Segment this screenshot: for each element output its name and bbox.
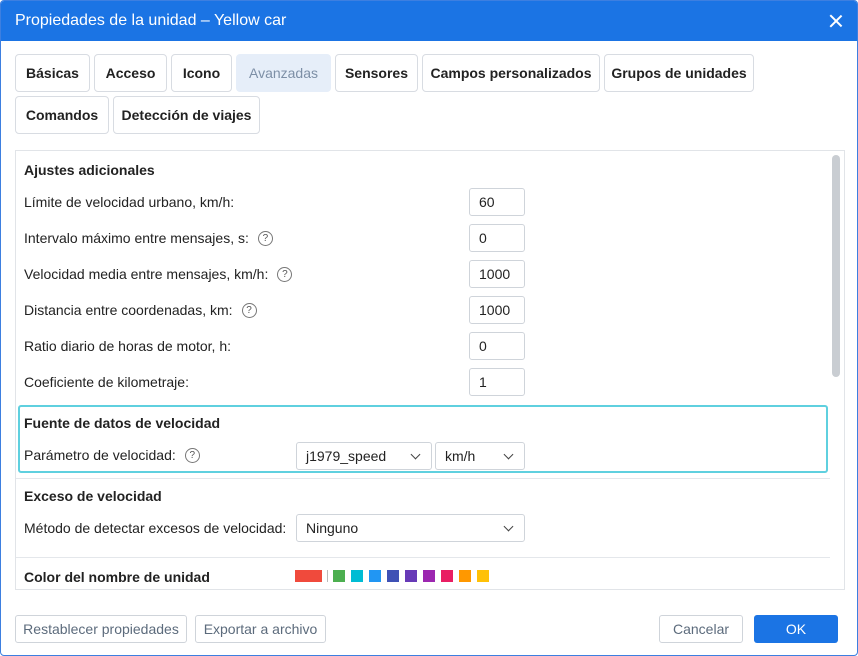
help-icon[interactable]: ? <box>241 302 257 318</box>
mileage-coefficient-text: Coeficiente de kilometraje: <box>24 374 189 390</box>
speed-source-title: Fuente de datos de velocidad <box>24 415 221 431</box>
engine-hours-ratio-input[interactable] <box>469 332 525 360</box>
dialog-title: Propiedades de la unidad – Yellow car <box>15 12 287 29</box>
tab-icono[interactable]: Icono <box>171 54 232 92</box>
max-interval-input[interactable] <box>469 224 525 252</box>
tab-basicas[interactable]: Básicas <box>15 54 90 92</box>
unit-color-title: Color del nombre de unidad <box>24 569 210 585</box>
avg-speed-text: Velocidad media entre mensajes, km/h: <box>24 266 269 282</box>
overspeed-method-value: Ninguno <box>306 520 359 536</box>
advanced-settings-panel: Ajustes adicionales Límite de velocidad … <box>15 150 845 590</box>
speed-param-text: Parámetro de velocidad: <box>24 447 176 463</box>
color-swatches <box>295 570 495 582</box>
help-icon[interactable]: ? <box>184 447 200 463</box>
speed-param-label: Parámetro de velocidad:? <box>24 447 200 463</box>
engine-hours-ratio-label: Ratio diario de horas de motor, h: <box>24 338 231 354</box>
close-icon[interactable] <box>827 12 845 30</box>
cancel-button[interactable]: Cancelar <box>659 615 743 643</box>
engine-hours-ratio-text: Ratio diario de horas de motor, h: <box>24 338 232 354</box>
color-swatch[interactable] <box>441 570 453 582</box>
urban-speed-limit-text: Límite de velocidad urbano, km/h: <box>24 194 235 210</box>
tab-campos-personalizados[interactable]: Campos personalizados <box>422 54 600 92</box>
overspeed-method-text: Método de detectar excesos de velocidad: <box>24 520 287 536</box>
additional-settings-title: Ajustes adicionales <box>24 162 155 178</box>
color-swatch[interactable] <box>477 570 489 582</box>
avg-speed-input[interactable] <box>469 260 525 288</box>
tab-sensores[interactable]: Sensores <box>335 54 418 92</box>
section-divider <box>16 557 830 558</box>
export-to-file-button[interactable]: Exportar a archivo <box>195 615 326 643</box>
color-swatch[interactable] <box>405 570 417 582</box>
max-interval-text: Intervalo máximo entre mensajes, s: <box>24 230 249 246</box>
overspeed-method-select[interactable]: Ninguno <box>296 514 525 542</box>
title-bar: Propiedades de la unidad – Yellow car <box>1 1 857 41</box>
tab-avanzadas[interactable]: Avanzadas <box>236 54 331 92</box>
urban-speed-limit-input[interactable] <box>469 188 525 216</box>
selected-color-swatch[interactable] <box>295 570 322 582</box>
speed-unit-value: km/h <box>445 448 476 464</box>
max-interval-label: Intervalo máximo entre mensajes, s:? <box>24 230 273 246</box>
color-swatch[interactable] <box>333 570 345 582</box>
speed-param-select[interactable]: j1979_speed <box>296 442 432 470</box>
reset-properties-button[interactable]: Restablecer propiedades <box>15 615 187 643</box>
mileage-coefficient-input[interactable] <box>469 368 525 396</box>
speed-unit-select[interactable]: km/h <box>435 442 525 470</box>
tab-acceso[interactable]: Acceso <box>94 54 167 92</box>
avg-speed-label: Velocidad media entre mensajes, km/h:? <box>24 266 293 282</box>
ok-button[interactable]: OK <box>754 615 838 643</box>
speed-param-value: j1979_speed <box>306 448 387 464</box>
coord-distance-text: Distancia entre coordenadas, km: <box>24 302 233 318</box>
help-icon[interactable]: ? <box>277 266 293 282</box>
help-icon[interactable]: ? <box>257 230 273 246</box>
unit-properties-dialog: Propiedades de la unidad – Yellow car Bá… <box>0 0 858 656</box>
chevron-down-icon <box>410 449 421 460</box>
chevron-down-icon <box>503 521 514 532</box>
chevron-down-icon <box>503 449 514 460</box>
color-swatch[interactable] <box>351 570 363 582</box>
tab-deteccion-de-viajes[interactable]: Detección de viajes <box>113 96 260 134</box>
urban-speed-limit-label: Límite de velocidad urbano, km/h: <box>24 194 234 210</box>
color-swatch[interactable] <box>423 570 435 582</box>
coord-distance-label: Distancia entre coordenadas, km:? <box>24 302 257 318</box>
mileage-coefficient-label: Coeficiente de kilometraje: <box>24 374 189 390</box>
overspeed-title: Exceso de velocidad <box>24 488 162 504</box>
vertical-scrollbar[interactable] <box>832 155 840 377</box>
overspeed-method-label: Método de detectar excesos de velocidad: <box>24 520 286 536</box>
color-swatch[interactable] <box>387 570 399 582</box>
tab-comandos[interactable]: Comandos <box>15 96 109 134</box>
color-swatch[interactable] <box>369 570 381 582</box>
tab-grupos-de-unidades[interactable]: Grupos de unidades <box>604 54 754 92</box>
color-swatch[interactable] <box>459 570 471 582</box>
section-divider <box>16 478 830 479</box>
swatch-separator <box>327 570 328 582</box>
coord-distance-input[interactable] <box>469 296 525 324</box>
